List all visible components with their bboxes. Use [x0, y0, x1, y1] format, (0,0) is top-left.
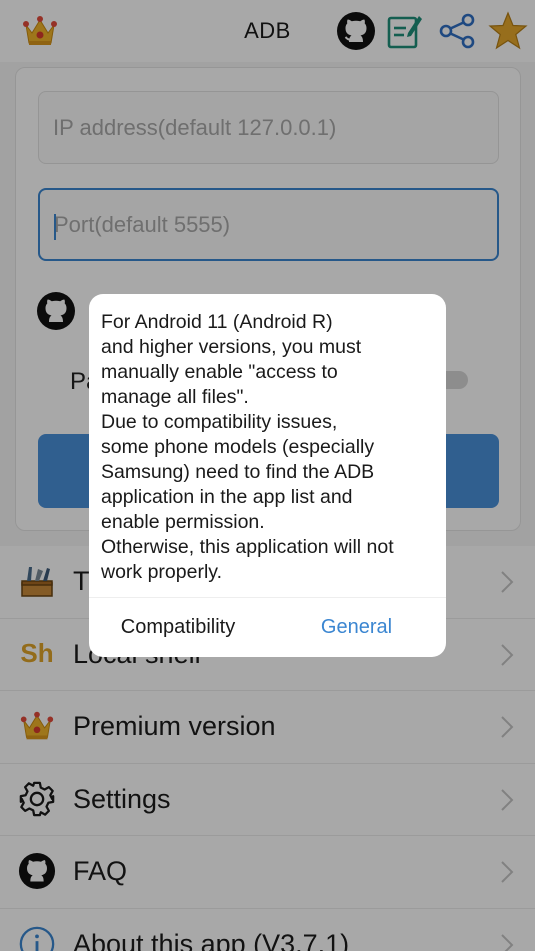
permission-dialog: For Android 11 (Android R) and higher ve… — [89, 294, 446, 657]
compatibility-button[interactable]: Compatibility — [89, 598, 267, 657]
dialog-message: For Android 11 (Android R) and higher ve… — [101, 311, 394, 583]
general-button[interactable]: General — [267, 598, 446, 657]
